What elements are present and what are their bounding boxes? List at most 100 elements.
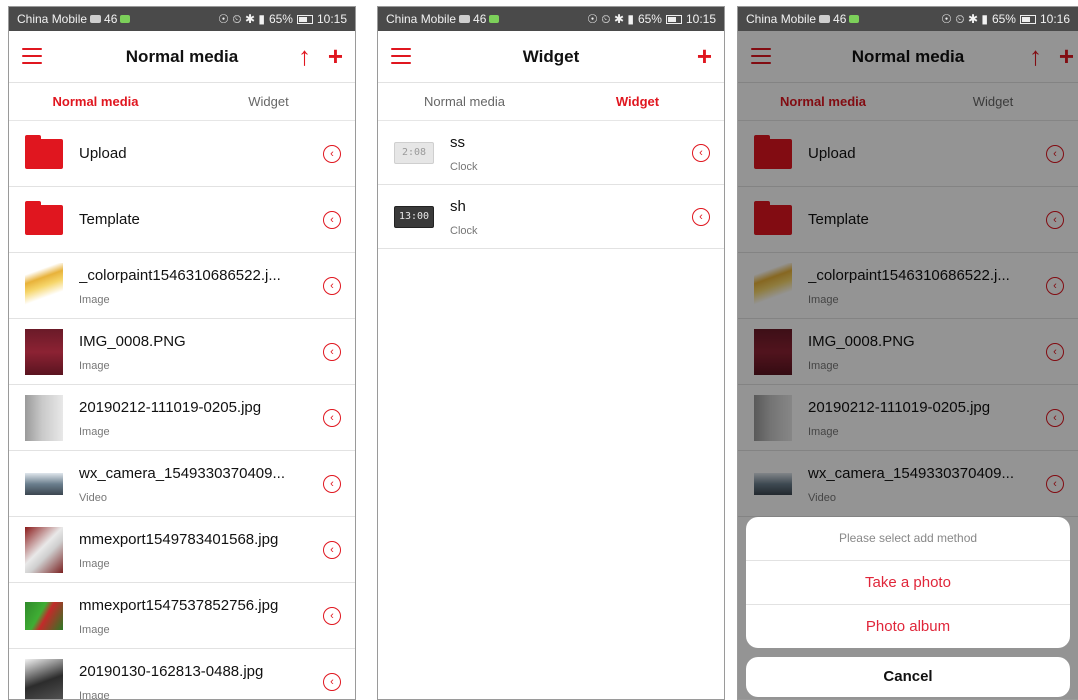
cancel-button[interactable]: Cancel <box>746 657 1070 697</box>
battery-percent: 65% <box>637 12 662 26</box>
list-item[interactable]: mmexport1549783401568.jpg Image ‹ <box>9 517 355 583</box>
folder-label: Template <box>79 211 140 228</box>
thumbnail-image <box>25 262 63 309</box>
app-bar: Widget + <box>378 31 724 83</box>
list-item[interactable]: 13:00 sh Clock ‹ <box>378 185 724 249</box>
battery-icon <box>1019 14 1036 24</box>
status-icons: ☉ ⏲ ✱ ▮ <box>218 11 265 26</box>
tab-bar: Normal media Widget <box>9 83 355 121</box>
list-item[interactable]: mmexport1547537852756.jpg Image ‹ <box>9 583 355 649</box>
add-method-sheet: Please select add method Take a photo Ph… <box>746 517 1070 648</box>
list-item[interactable]: 20190130-162813-0488.jpg Image ‹ <box>9 649 355 700</box>
signal-icon: 46 <box>473 12 487 26</box>
status-right: ☉ ⏲ ✱ ▮ 65% 10:15 <box>587 12 716 27</box>
folder-icon <box>25 134 63 169</box>
clock-time: 10:16 <box>1039 12 1070 26</box>
file-name: mmexport1547537852756.jpg <box>79 597 279 614</box>
tab-widget[interactable]: Widget <box>182 83 355 120</box>
file-name: wx_camera_1549330370409... <box>79 465 285 482</box>
folder-row-upload[interactable]: Upload ‹ <box>9 121 355 187</box>
hamburger-icon[interactable] <box>391 48 411 64</box>
thumbnail-image <box>25 394 63 441</box>
hd-icon <box>90 15 102 23</box>
chevron-left-circle-icon[interactable]: ‹ <box>323 276 341 295</box>
app-bar: Normal media ↑ + <box>9 31 355 83</box>
folder-icon <box>25 200 63 235</box>
file-name: IMG_0008.PNG <box>79 333 186 350</box>
tab-bar: Normal media Widget <box>378 83 724 121</box>
battery-percent: 65% <box>268 12 293 26</box>
chevron-left-circle-icon[interactable]: ‹ <box>323 540 341 559</box>
list-item[interactable]: _colorpaint1546310686522.j... Image ‹ <box>9 253 355 319</box>
widget-name: sh <box>450 198 466 215</box>
tab-widget[interactable]: Widget <box>551 83 724 120</box>
take-photo-button[interactable]: Take a photo <box>746 561 1070 605</box>
clock-time: 10:15 <box>685 12 716 26</box>
chevron-left-circle-icon[interactable]: ‹ <box>323 144 341 163</box>
chevron-left-circle-icon[interactable]: ‹ <box>323 342 341 361</box>
list-item[interactable]: wx_camera_1549330370409... Video ‹ <box>9 451 355 517</box>
status-left: China Mobile 46 <box>386 12 500 26</box>
file-type: Image <box>79 294 110 306</box>
status-right: ☉ ⏲ ✱ ▮ 65% 10:15 <box>218 12 347 27</box>
tab-normal-media[interactable]: Normal media <box>9 83 182 120</box>
tab-normal-media[interactable]: Normal media <box>378 83 551 120</box>
battery-percent: 65% <box>991 12 1016 26</box>
file-type: Image <box>79 558 110 570</box>
file-type: Image <box>79 360 110 372</box>
thumbnail-image <box>25 658 63 699</box>
folder-row-template[interactable]: Template ‹ <box>9 187 355 253</box>
app-notification-icon <box>120 15 131 23</box>
plus-icon[interactable]: + <box>697 43 712 69</box>
thumbnail-image <box>25 472 63 495</box>
battery-icon <box>296 14 313 24</box>
chevron-left-circle-icon[interactable]: ‹ <box>323 672 341 691</box>
carrier-label: China Mobile <box>746 12 817 26</box>
signal-icon: 46 <box>104 12 118 26</box>
list-item[interactable]: IMG_0008.PNG Image ‹ <box>9 319 355 385</box>
file-name: 20190212-111019-0205.jpg <box>79 399 262 416</box>
chevron-left-circle-icon[interactable]: ‹ <box>692 207 710 226</box>
chevron-left-circle-icon[interactable]: ‹ <box>692 143 710 162</box>
status-icons: ☉ ⏲ ✱ ▮ <box>941 11 988 26</box>
phone-screen-normal-media: China Mobile 46 ☉ ⏲ ✱ ▮ 65% 10:15 Normal… <box>8 6 356 700</box>
file-type: Video <box>79 492 107 504</box>
status-left: China Mobile 46 <box>746 12 860 26</box>
status-bar: China Mobile 46 ☉ ⏲ ✱ ▮ 65% 10:16 <box>738 7 1078 31</box>
chevron-left-circle-icon[interactable]: ‹ <box>323 408 341 427</box>
file-name: mmexport1549783401568.jpg <box>79 531 279 548</box>
phone-screen-widget: China Mobile 46 ☉ ⏲ ✱ ▮ 65% 10:15 Widget… <box>377 6 725 700</box>
status-icons: ☉ ⏲ ✱ ▮ <box>587 11 634 26</box>
list-item[interactable]: 2:08 ss Clock ‹ <box>378 121 724 185</box>
app-notification-icon <box>849 15 860 23</box>
signal-icon: 46 <box>833 12 847 26</box>
plus-icon[interactable]: + <box>328 43 343 69</box>
widget-type: Clock <box>450 161 478 173</box>
list-item[interactable]: 20190212-111019-0205.jpg Image ‹ <box>9 385 355 451</box>
clock-thumbnail: 13:00 <box>394 205 434 228</box>
chevron-left-circle-icon[interactable]: ‹ <box>323 210 341 229</box>
photo-album-button[interactable]: Photo album <box>746 605 1070 648</box>
page-title: Widget <box>522 46 580 66</box>
arrow-up-icon[interactable]: ↑ <box>298 43 311 69</box>
carrier-label: China Mobile <box>386 12 457 26</box>
widget-type: Clock <box>450 225 478 237</box>
widget-name: ss <box>450 134 465 151</box>
chevron-left-circle-icon[interactable]: ‹ <box>323 606 341 625</box>
file-type: Image <box>79 624 110 636</box>
hamburger-icon[interactable] <box>22 48 42 64</box>
file-name: _colorpaint1546310686522.j... <box>79 267 281 284</box>
hd-icon <box>459 15 471 23</box>
phone-screen-add-method: China Mobile 46 ☉ ⏲ ✱ ▮ 65% 10:16 Normal… <box>737 6 1078 700</box>
thumbnail-image <box>25 601 63 630</box>
app-notification-icon <box>489 15 500 23</box>
chevron-left-circle-icon[interactable]: ‹ <box>323 474 341 493</box>
file-type: Image <box>79 690 110 700</box>
clock-time: 10:15 <box>316 12 347 26</box>
clock-thumbnail: 2:08 <box>394 141 434 164</box>
status-right: ☉ ⏲ ✱ ▮ 65% 10:16 <box>941 12 1070 27</box>
carrier-label: China Mobile <box>17 12 88 26</box>
status-left: China Mobile 46 <box>17 12 131 26</box>
folder-label: Upload <box>79 145 127 162</box>
thumbnail-image <box>25 328 63 375</box>
